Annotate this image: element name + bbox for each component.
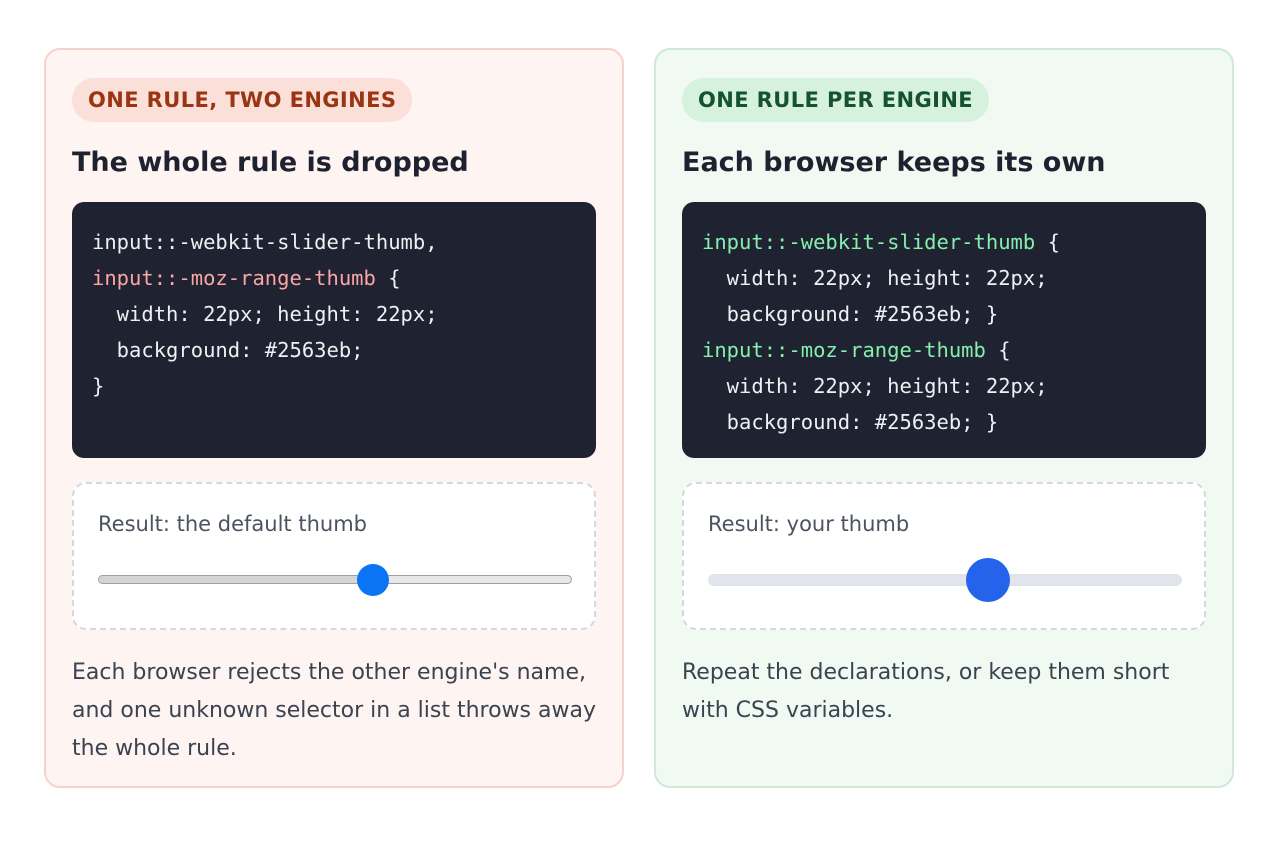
code-line: background: #2563eb; } — [702, 410, 999, 434]
code-brace: { — [985, 338, 1011, 362]
code-selector-moz: input::-moz-range-thumb — [92, 266, 376, 290]
comparison-card-bad: ONE RULE, TWO ENGINES The whole rule is … — [44, 48, 624, 788]
code-line: input::-webkit-slider-thumb, — [92, 230, 438, 254]
code-line: } — [92, 374, 105, 398]
result-label: Result: your thumb — [708, 512, 910, 536]
code-line: input::-moz-range-thumb { — [702, 332, 1186, 368]
card-heading: Each browser keeps its own — [682, 147, 1106, 178]
code-brace: { — [375, 266, 401, 290]
badge-one-rule-per-engine: ONE RULE PER ENGINE — [682, 78, 990, 122]
result-label: Result: the default thumb — [98, 512, 367, 536]
code-line: input::-moz-range-thumb { — [92, 260, 576, 296]
slider-thumb-default[interactable] — [356, 564, 389, 596]
code-selector-webkit: input::-webkit-slider-thumb — [702, 230, 1036, 254]
result-box: Result: the default thumb — [72, 482, 596, 630]
default-range-slider[interactable] — [98, 564, 572, 596]
card-description: Repeat the declarations, or keep them sh… — [682, 660, 1170, 723]
comparison-card-good: ONE RULE PER ENGINE Each browser keeps i… — [654, 48, 1234, 788]
code-line: width: 22px; height: 22px; — [92, 302, 438, 326]
code-selector-moz: input::-moz-range-thumb — [702, 338, 986, 362]
result-box: Result: your thumb — [682, 482, 1206, 630]
code-line: width: 22px; height: 22px; — [702, 374, 1048, 398]
code-brace: { — [1035, 230, 1060, 254]
code-line: input::-webkit-slider-thumb { — [702, 224, 1186, 260]
code-line: background: #2563eb; — [92, 338, 364, 362]
custom-range-slider[interactable] — [708, 558, 1182, 602]
card-heading: The whole rule is dropped — [72, 147, 469, 178]
code-block: input::-webkit-slider-thumb { width: 22p… — [682, 202, 1206, 458]
card-description: Each browser rejects the other engine's … — [72, 660, 596, 761]
code-block: input::-webkit-slider-thumb,input::-moz-… — [72, 202, 596, 458]
slider-fill — [99, 576, 373, 583]
badge-one-rule-two-engines: ONE RULE, TWO ENGINES — [72, 78, 413, 122]
slider-thumb-custom[interactable] — [965, 558, 1010, 602]
code-line: width: 22px; height: 22px; — [702, 266, 1048, 290]
code-line: background: #2563eb; } — [702, 302, 999, 326]
